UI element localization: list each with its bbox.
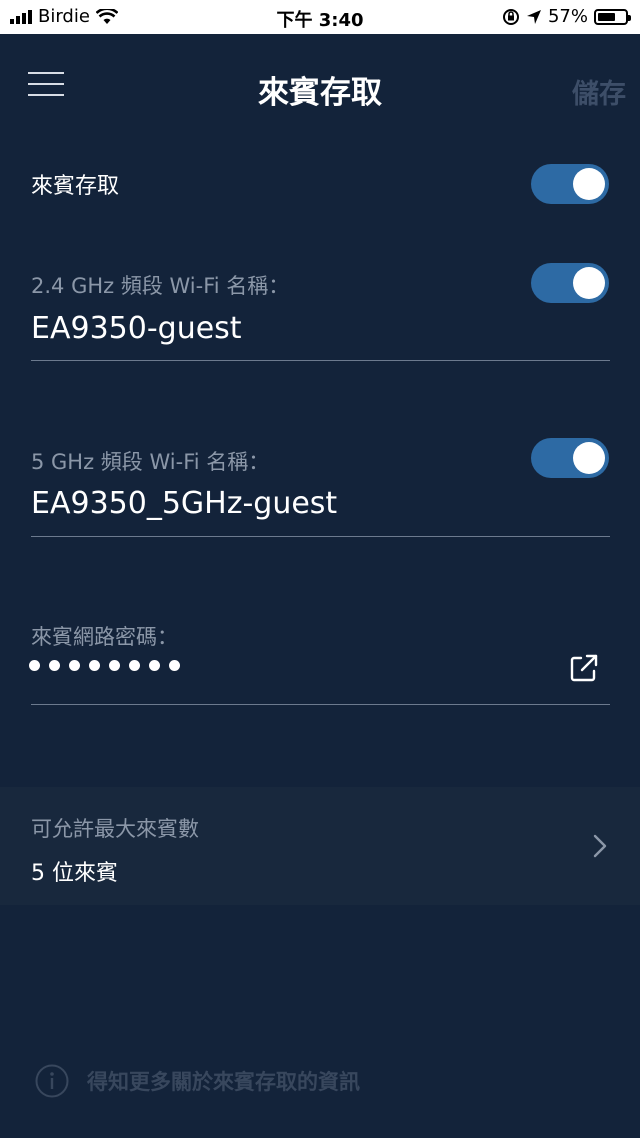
password-dot xyxy=(49,660,60,671)
nav-bar: 來賓存取 儲存 xyxy=(0,34,640,138)
orientation-lock-icon xyxy=(502,8,519,25)
guest-access-toggle[interactable] xyxy=(531,164,609,204)
status-bar: Birdie 下午 3:40 57% xyxy=(0,0,640,34)
band-5-label: 5 GHz 頻段 Wi-Fi 名稱： xyxy=(31,450,270,474)
toggle-knob xyxy=(573,168,605,200)
max-guests-value: 5 位來賓 xyxy=(31,861,118,886)
password-dot xyxy=(89,660,100,671)
status-right: 57% xyxy=(502,6,631,27)
password-dot xyxy=(109,660,120,671)
password-divider xyxy=(31,704,610,705)
password-dot xyxy=(149,660,160,671)
band-5-ssid-field[interactable]: EA9350_5GHz-guest xyxy=(31,486,337,521)
band-24-label: 2.4 GHz 頻段 Wi-Fi 名稱： xyxy=(31,274,290,298)
share-icon[interactable] xyxy=(568,652,600,684)
location-arrow-icon xyxy=(526,9,541,24)
guest-access-label: 來賓存取 xyxy=(31,174,120,199)
band-24-ssid-field[interactable]: EA9350-guest xyxy=(31,311,242,346)
password-dot xyxy=(169,660,180,671)
password-dot xyxy=(29,660,40,671)
toggle-knob xyxy=(573,442,605,474)
chevron-right-icon xyxy=(593,834,607,858)
page-title: 來賓存取 xyxy=(258,75,382,111)
band-5-toggle[interactable] xyxy=(531,438,609,478)
battery-percent: 57% xyxy=(547,6,588,27)
password-dot xyxy=(69,660,80,671)
password-label: 來賓網路密碼： xyxy=(31,625,178,649)
learn-more-text: 得知更多關於來賓存取的資訊 xyxy=(87,1070,360,1094)
password-dot xyxy=(129,660,140,671)
save-button[interactable]: 儲存 xyxy=(572,72,626,111)
band-5-divider xyxy=(31,536,610,537)
learn-more-link[interactable]: 得知更多關於來賓存取的資訊 xyxy=(35,1064,360,1098)
info-icon xyxy=(35,1064,69,1098)
max-guests-label: 可允許最大來賓數 xyxy=(31,817,199,841)
toggle-knob xyxy=(573,267,605,299)
max-guests-row[interactable]: 可允許最大來賓數 5 位來賓 xyxy=(0,787,640,905)
password-field[interactable] xyxy=(29,660,180,671)
battery-icon xyxy=(594,8,631,25)
band-24-toggle[interactable] xyxy=(531,263,609,303)
band-24-divider xyxy=(31,360,610,361)
